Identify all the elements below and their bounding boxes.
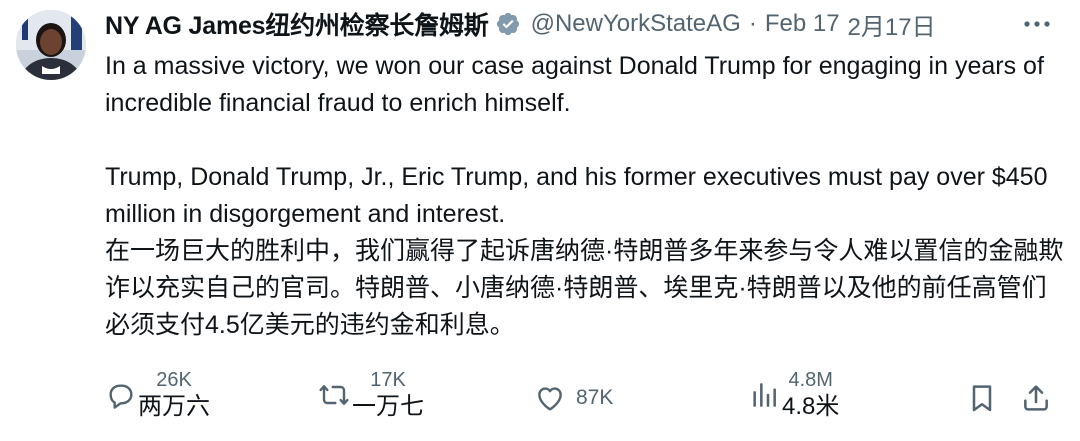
reply-icon — [109, 384, 133, 409]
share-button[interactable] — [1020, 382, 1052, 414]
tweet-text: In a massive victory, we won our case ag… — [105, 48, 1065, 344]
retweet-icon — [319, 385, 349, 405]
more-options-icon[interactable] — [1020, 10, 1054, 38]
like-count: 87K — [576, 386, 614, 409]
retweet-button[interactable]: 17K 一万七 — [318, 368, 424, 422]
tweet-date[interactable]: Feb 17 — [765, 10, 840, 38]
verified-badge-icon — [496, 12, 519, 36]
tweet-date-cn: 2月17日 — [847, 13, 936, 41]
views-chart-icon — [753, 383, 776, 407]
reply-button[interactable]: 26K 两万六 — [104, 368, 210, 422]
tweet-paragraph-2: Trump, Donald Trump, Jr., Eric Trump, an… — [105, 163, 1048, 228]
author-display-name[interactable]: NY AG James纽约州检察长詹姆斯 — [105, 6, 489, 42]
author-avatar[interactable] — [16, 10, 86, 80]
bookmark-button[interactable] — [966, 382, 998, 414]
reply-count-cn: 两万六 — [138, 393, 210, 420]
views-count-cn: 4.8米 — [782, 393, 840, 420]
views-button[interactable]: 4.8M 4.8米 — [748, 368, 839, 422]
like-button[interactable]: 87K — [534, 382, 613, 414]
author-handle[interactable]: @NewYorkStateAG — [531, 10, 741, 38]
reply-count: 26K — [156, 369, 192, 391]
bookmark-icon — [972, 385, 992, 412]
views-count: 4.8M — [788, 369, 833, 391]
tweet-paragraph-1: In a massive victory, we won our case ag… — [105, 52, 1044, 117]
share-icon — [1024, 385, 1048, 411]
header-separator: · — [748, 10, 757, 37]
tweet-paragraph-3-cn: 在一场巨大的胜利中，我们赢得了起诉唐纳德·特朗普多年来参与令人难以置信的金融欺诈… — [105, 237, 1064, 339]
tweet[interactable]: NY AG James纽约州检察长詹姆斯 @NewYorkStateAG · F… — [0, 0, 1080, 441]
heart-icon — [538, 387, 562, 411]
tweet-header: NY AG James纽约州检察长詹姆斯 @NewYorkStateAG · F… — [105, 6, 1065, 42]
tweet-actions-bar: 26K 两万六 17K 一万七 87K 4.8M 4.8米 — [0, 362, 1080, 437]
retweet-count-cn: 一万七 — [352, 393, 424, 420]
retweet-count: 17K — [370, 369, 406, 391]
